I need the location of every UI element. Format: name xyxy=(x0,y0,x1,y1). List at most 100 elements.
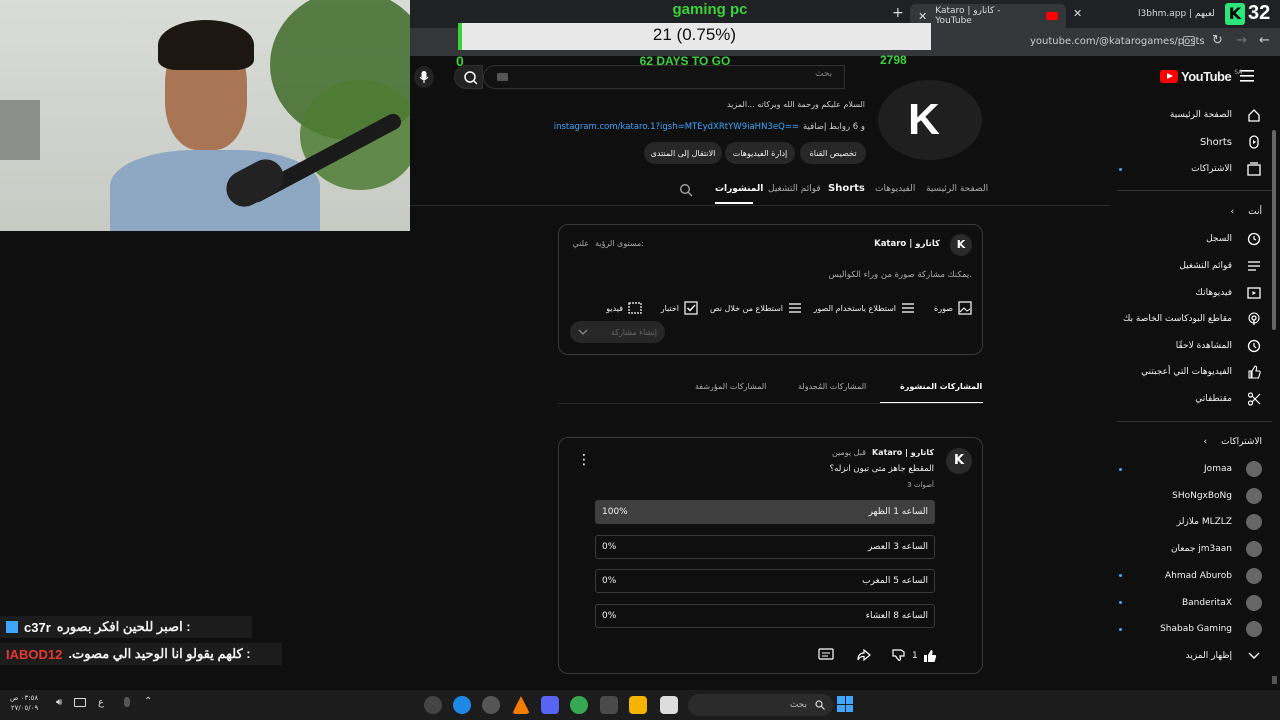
mic-icon xyxy=(419,71,429,83)
store-icon[interactable] xyxy=(600,696,618,714)
poll-option[interactable]: 0% الساعه 3 العصر xyxy=(595,534,935,559)
tab-scheduled-posts[interactable]: المشاركات المُجدولة xyxy=(798,382,866,391)
sidebar-item-playlists[interactable]: قوائم التشغيل xyxy=(1179,255,1262,277)
obs-icon[interactable] xyxy=(424,696,442,714)
sidebar-section-you[interactable]: ‹ أنت xyxy=(1231,201,1262,223)
poll-option[interactable]: 100% الساعه 1 الظهر xyxy=(595,500,935,524)
clock[interactable]: ٠٣:٥٨ ص ٢٧/٠٥/٠٩ xyxy=(10,693,38,713)
sidebar-item-history[interactable]: السجل xyxy=(1206,228,1262,250)
post-time[interactable]: قبل يومين xyxy=(832,448,866,457)
more-links[interactable]: و 6 روابط إضافية xyxy=(803,122,865,132)
tab-posts[interactable]: المنشورات xyxy=(715,184,763,194)
comment-button[interactable] xyxy=(818,647,834,663)
new-tab-icon[interactable]: + xyxy=(892,5,904,21)
tab-youtube[interactable]: ✕ Kataro | كاتارو - YouTube xyxy=(910,4,1066,28)
keyboard-icon[interactable] xyxy=(497,73,508,81)
notepad-icon[interactable] xyxy=(660,696,678,714)
tab-archived-posts[interactable]: المشاركات المؤرشفة xyxy=(695,382,766,391)
back-icon[interactable]: ← xyxy=(1259,33,1270,48)
post-votes: 3 أصوات xyxy=(907,481,934,489)
create-post-button[interactable]: إنشاء مشاركة xyxy=(570,321,665,343)
forward-icon[interactable]: → xyxy=(1236,33,1247,48)
subscription-item[interactable]: جمعان jm3aan xyxy=(1171,539,1262,559)
chrome-icon[interactable] xyxy=(570,696,588,714)
subscription-item[interactable]: Jomaa xyxy=(1119,459,1262,479)
sidebar-show-more[interactable]: إظهار المزيد xyxy=(1186,645,1262,667)
poll-option[interactable]: 0% الساعه 5 المغرب xyxy=(595,569,935,594)
subscription-avatar xyxy=(1246,461,1262,477)
composer-image-button[interactable]: صورة xyxy=(934,301,972,315)
close-icon[interactable]: ✕ xyxy=(1073,7,1082,20)
visibility-selector[interactable]: علني مستوى الرؤية: xyxy=(573,239,644,248)
sidebar-item-podcasts[interactable]: مقاطع البودكاست الخاصة بك xyxy=(1123,308,1262,330)
channel-avatar[interactable]: K xyxy=(878,80,982,160)
tab-home[interactable]: الصفحة الرئيسية xyxy=(926,184,988,194)
windows-start-icon[interactable] xyxy=(837,696,853,712)
post-menu-icon[interactable]: ⋮ xyxy=(577,453,591,467)
volume-icon[interactable]: 🔊︎ xyxy=(56,697,62,708)
channel-search-button[interactable] xyxy=(679,183,693,197)
tab-playlists[interactable]: قوائم التشغيل xyxy=(768,184,821,194)
person-body xyxy=(110,150,320,231)
sidebar-item-subscriptions[interactable]: الاشتراكات xyxy=(1119,158,1262,180)
site-settings-icon[interactable] xyxy=(1183,36,1195,46)
sidebar-scrollbar[interactable] xyxy=(1272,130,1276,330)
sidebar-item-home[interactable]: الصفحة الرئيسية xyxy=(1170,104,1262,126)
share-button[interactable] xyxy=(856,647,872,663)
composer-video-button[interactable]: فيديو xyxy=(606,301,642,315)
new-content-dot xyxy=(1119,601,1122,604)
channel-link[interactable]: instagram.com/kataro.1?igsh=MTEydXRtYW9i… xyxy=(554,122,799,132)
language-indicator[interactable]: ع xyxy=(98,697,104,708)
subscription-avatar xyxy=(1246,594,1262,611)
channel-description[interactable]: السلام عليكم ورحمة الله وبركاته ...المزي… xyxy=(727,100,865,109)
subscription-item[interactable]: Shabab Gaming xyxy=(1119,619,1262,639)
taskbar-search[interactable]: بحث xyxy=(688,694,833,716)
customize-channel-button[interactable]: تخصيص القناة xyxy=(800,142,866,164)
voice-search-button[interactable] xyxy=(414,66,434,88)
sidebar-item-your-videos[interactable]: فيديوهاتك xyxy=(1196,282,1262,304)
edge-icon[interactable] xyxy=(453,696,471,714)
subscription-item[interactable]: BanderitaX xyxy=(1119,593,1262,613)
monitor-icon[interactable] xyxy=(74,698,86,707)
file-explorer-icon[interactable] xyxy=(629,696,647,714)
poll-option-label: الساعه 1 الظهر xyxy=(868,507,928,517)
mic-tray-icon[interactable] xyxy=(124,697,130,707)
post-author[interactable]: Kataro | كاتارو xyxy=(872,448,934,457)
tab-shorts[interactable]: Shorts xyxy=(828,183,865,194)
subscription-item[interactable]: ملازلز MLZLZ xyxy=(1177,512,1262,532)
sidebar-item-watch-later[interactable]: المشاهدة لاحقًا xyxy=(1176,335,1262,357)
sidebar-item-clips[interactable]: مقتطفاتي xyxy=(1195,388,1262,410)
close-icon[interactable]: ✕ xyxy=(918,10,927,23)
search-input[interactable] xyxy=(483,65,845,89)
reload-icon[interactable]: ↻ xyxy=(1212,33,1223,48)
like-button[interactable]: 1 xyxy=(912,648,938,664)
poll-option[interactable]: 0% الساعه 8 العشاء xyxy=(595,604,935,629)
sidebar-section-subscriptions[interactable]: ‹ الاشتراكات xyxy=(1204,431,1262,453)
go-to-forum-button[interactable]: الانتقال إلى المنتدى xyxy=(644,142,722,164)
tab-videos[interactable]: الفيديوهات xyxy=(875,184,915,194)
subscription-item[interactable]: Ahmad Aburob xyxy=(1119,566,1262,586)
sidebar-item-liked-videos[interactable]: الفيديوهات التي أعجبتني xyxy=(1141,361,1262,383)
settings-icon[interactable] xyxy=(482,696,500,714)
composer-image-poll-button[interactable]: استطلاع باستخدام الصور xyxy=(814,301,915,315)
sidebar-item-shorts[interactable]: Shorts xyxy=(1200,131,1262,153)
post-author-avatar[interactable]: K xyxy=(946,448,972,474)
discord-icon[interactable] xyxy=(541,696,559,714)
search-button[interactable] xyxy=(454,65,483,89)
page-scroll-arrow[interactable] xyxy=(1272,676,1277,684)
composer-prompt[interactable]: يمكنك مشاركة صورة من وراء الكواليس. xyxy=(829,270,973,280)
url-field[interactable]: youtube.com/@katarogames/posts xyxy=(1030,36,1205,47)
kataro-logo-icon: K xyxy=(908,95,940,144)
composer-text-poll-button[interactable]: استطلاع من خلال نص xyxy=(710,301,802,315)
poll-option-percent: 0% xyxy=(602,611,617,622)
composer-quiz-button[interactable]: اختبار xyxy=(661,301,698,315)
sidebar-item-label: الفيديوهات التي أعجبتني xyxy=(1141,367,1232,377)
tray-chevron-icon[interactable]: ⌃ xyxy=(144,696,152,707)
subscription-item[interactable]: SHoNgxBoNg xyxy=(1172,486,1262,506)
tab-published-posts[interactable]: المشاركات المنشورة xyxy=(900,382,982,391)
dislike-button[interactable] xyxy=(891,647,907,663)
tab-l3bhm[interactable]: l3bhm.app | لعبهم xyxy=(1138,4,1218,24)
youtube-logo[interactable]: YouTube SA xyxy=(1160,69,1242,84)
manage-videos-button[interactable]: إدارة الفيديوهات xyxy=(725,142,795,164)
post-question: المقطع جاهز متى تبون انزله؟ xyxy=(829,464,934,474)
